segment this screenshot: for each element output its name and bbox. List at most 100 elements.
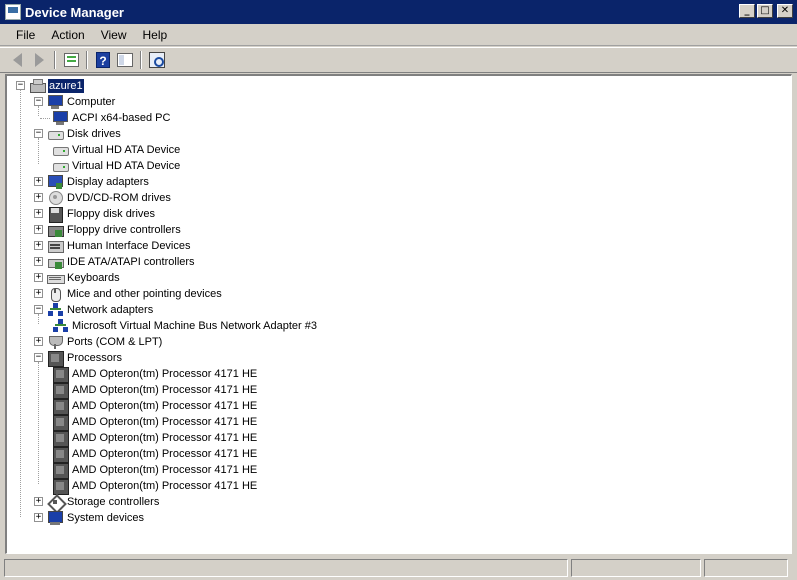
computer-icon (52, 110, 68, 126)
tree-item-computer[interactable]: − Computer (33, 94, 116, 110)
tree-root-label: azure1 (48, 79, 84, 93)
tree-item-label: DVD/CD-ROM drives (67, 192, 171, 204)
forward-icon (34, 53, 44, 67)
floppy-controller-icon (47, 222, 64, 238)
status-panel-main (4, 558, 568, 577)
collapse-toggle[interactable]: − (34, 353, 43, 362)
expand-toggle[interactable]: + (34, 193, 43, 202)
forward-button[interactable] (28, 50, 50, 70)
tree-root[interactable]: − azure1 (15, 78, 84, 94)
menu-help[interactable]: Help (135, 28, 176, 42)
menu-file[interactable]: File (8, 28, 43, 42)
network-adapter-icon (47, 302, 63, 318)
tree-item-label: Network adapters (67, 304, 154, 316)
close-button[interactable]: ✕ (777, 4, 793, 18)
tree-item-label: Keyboards (67, 272, 120, 284)
tree-item-label: IDE ATA/ATAPI controllers (67, 256, 195, 268)
tree-item-processor[interactable]: AMD Opteron(tm) Processor 4171 HE (52, 398, 258, 415)
storage-controller-icon (47, 494, 63, 510)
tree-item-display-adapters[interactable]: + Display adapters (33, 174, 150, 190)
collapse-toggle[interactable]: − (34, 305, 43, 314)
tree-item-processors[interactable]: − Processors (33, 350, 123, 367)
keyboard-icon (47, 270, 65, 286)
window-title: Device Manager (25, 4, 124, 20)
computer-icon (47, 94, 63, 110)
tree-item-disk[interactable]: Virtual HD ATA Device (52, 158, 181, 174)
expand-toggle[interactable]: + (34, 177, 43, 186)
menu-view[interactable]: View (93, 28, 135, 42)
scan-hardware-changes-icon (149, 52, 165, 68)
tree-item-mice[interactable]: + Mice and other pointing devices (33, 286, 223, 302)
tree-item-disk-drives[interactable]: − Disk drives (33, 126, 122, 142)
properties-button[interactable] (60, 50, 82, 70)
device-tree[interactable]: − azure1 − Computer ACPI x64-based PC − … (5, 74, 792, 554)
tree-item-label: Ports (COM & LPT) (67, 336, 163, 348)
title-bar[interactable]: Device Manager _ □ ✕ (0, 0, 797, 24)
help-icon: ? (96, 52, 110, 68)
tree-item-disk[interactable]: Virtual HD ATA Device (52, 142, 181, 158)
show-hide-console-tree-button[interactable] (114, 50, 136, 70)
tree-item-storage-controllers[interactable]: + Storage controllers (33, 494, 160, 510)
properties-icon (63, 53, 79, 67)
tree-item-processor[interactable]: AMD Opteron(tm) Processor 4171 HE (52, 414, 258, 431)
back-button[interactable] (6, 50, 28, 70)
tree-item-dvd-drives[interactable]: + DVD/CD-ROM drives (33, 190, 172, 206)
tree-item-processor[interactable]: AMD Opteron(tm) Processor 4171 HE (52, 446, 258, 463)
collapse-toggle[interactable]: − (34, 97, 43, 106)
show-hide-console-tree-icon (117, 53, 133, 67)
help-button[interactable]: ? (92, 50, 114, 70)
tree-item-processor[interactable]: AMD Opteron(tm) Processor 4171 HE (52, 366, 258, 383)
minimize-button[interactable]: _ (739, 4, 755, 18)
tree-item-processor[interactable]: AMD Opteron(tm) Processor 4171 HE (52, 430, 258, 447)
tree-item-label: Floppy disk drives (67, 208, 156, 220)
tree-item-processor[interactable]: AMD Opteron(tm) Processor 4171 HE (52, 462, 258, 479)
tree-item-floppy-controllers[interactable]: + Floppy drive controllers (33, 222, 182, 238)
processor-icon (52, 366, 69, 383)
status-panel (704, 558, 788, 577)
back-icon (12, 53, 22, 67)
tree-item-label: Storage controllers (67, 496, 160, 508)
expand-toggle[interactable]: + (34, 273, 43, 282)
expand-toggle[interactable]: + (34, 209, 43, 218)
scan-hardware-changes-button[interactable] (146, 50, 168, 70)
tree-item-label: Virtual HD ATA Device (72, 144, 181, 156)
maximize-button[interactable]: □ (757, 4, 773, 18)
tree-item-ide-controllers[interactable]: + IDE ATA/ATAPI controllers (33, 254, 196, 270)
tree-item-network-adapter[interactable]: Microsoft Virtual Machine Bus Network Ad… (52, 318, 318, 334)
tree-item-hid[interactable]: + Human Interface Devices (33, 238, 192, 254)
disk-drive-icon (52, 158, 69, 174)
expand-toggle[interactable]: + (34, 225, 43, 234)
tree-item-label: Human Interface Devices (67, 240, 191, 252)
processor-icon (52, 462, 69, 479)
ide-controller-icon (47, 254, 64, 270)
processor-icon (52, 446, 69, 463)
expand-toggle[interactable]: + (34, 241, 43, 250)
tree-item-processor[interactable]: AMD Opteron(tm) Processor 4171 HE (52, 382, 258, 399)
tree-item-floppy-disk-drives[interactable]: + Floppy disk drives (33, 206, 156, 223)
mouse-icon (47, 286, 63, 302)
tree-item-processor[interactable]: AMD Opteron(tm) Processor 4171 HE (52, 478, 258, 495)
collapse-toggle[interactable]: − (16, 81, 25, 90)
expand-toggle[interactable]: + (34, 497, 43, 506)
tree-item-keyboards[interactable]: + Keyboards (33, 270, 121, 286)
tree-item-label: Microsoft Virtual Machine Bus Network Ad… (72, 320, 317, 332)
tree-item-label: AMD Opteron(tm) Processor 4171 HE (72, 368, 258, 380)
tree-item-label: AMD Opteron(tm) Processor 4171 HE (72, 400, 258, 412)
tree-item-label: Display adapters (67, 176, 149, 188)
tree-item-network-adapters[interactable]: − Network adapters (33, 302, 154, 318)
disk-drive-icon (52, 142, 69, 158)
tree-item-system-devices[interactable]: + System devices (33, 510, 145, 526)
expand-toggle[interactable]: + (34, 289, 43, 298)
tree-item-label: Computer (67, 96, 116, 108)
toolbar: ? (0, 47, 797, 73)
collapse-toggle[interactable]: − (34, 129, 43, 138)
expand-toggle[interactable]: + (34, 337, 43, 346)
tree-connector (20, 90, 21, 517)
expand-toggle[interactable]: + (34, 257, 43, 266)
tree-item-acpi-pc[interactable]: ACPI x64-based PC (52, 110, 171, 126)
tree-connector (38, 362, 39, 484)
menu-action[interactable]: Action (43, 28, 92, 42)
tree-item-ports[interactable]: + Ports (COM & LPT) (33, 334, 163, 350)
floppy-disk-icon (47, 206, 63, 223)
expand-toggle[interactable]: + (34, 513, 43, 522)
